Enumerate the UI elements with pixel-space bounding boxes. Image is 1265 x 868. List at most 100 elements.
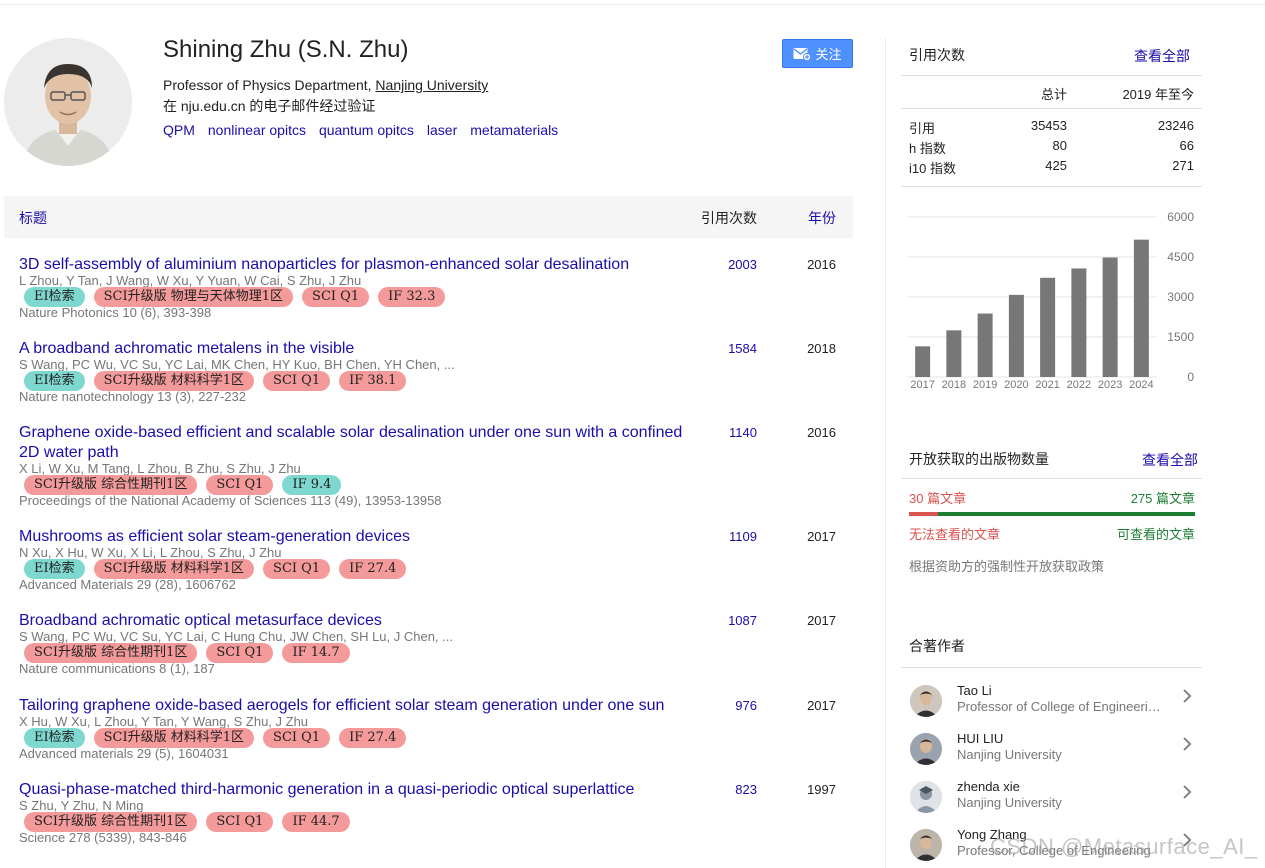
citation-stats-table: 引用 35453 23246 h 指数 80 66 i10 指数 425 271 — [901, 116, 1202, 176]
publication-row: Graphene oxide-based efficient and scala… — [0, 423, 860, 508]
sort-by-year[interactable]: 年份 — [808, 208, 836, 228]
chart-y-tick: 6000 — [1167, 210, 1194, 224]
publication-tags: EI检索 SCI升级版 物理与天体物理1区 SCI Q1 IF 32.3 — [24, 287, 446, 307]
interest-link[interactable]: QPM — [163, 122, 195, 138]
cited-by-count-link[interactable]: 2003 — [700, 257, 757, 272]
coauthor-name[interactable]: Tao Li — [957, 683, 992, 698]
chart-bar[interactable] — [1102, 257, 1118, 377]
stats-all: 425 — [1045, 158, 1067, 173]
journal-tag: SCI升级版 综合性期刊1区 — [24, 643, 198, 663]
coauthor-avatar — [910, 781, 942, 813]
publication-row: Quasi-phase-matched third-harmonic gener… — [0, 780, 860, 846]
chart-y-tick: 0 — [1187, 370, 1194, 384]
divider — [901, 478, 1202, 479]
publication-title-link[interactable]: Quasi-phase-matched third-harmonic gener… — [19, 780, 689, 800]
coauthor-item[interactable]: HUI LIU Nanjing University — [901, 731, 1202, 777]
publication-authors: L Zhou, Y Tan, J Wang, W Xu, Y Yuan, W C… — [19, 273, 362, 288]
publication-year: 2017 — [807, 698, 836, 713]
cited-by-count-link[interactable]: 1087 — [700, 613, 757, 628]
cited-by-count-link[interactable]: 976 — [700, 698, 757, 713]
publication-venue: Science 278 (5339), 843-846 — [19, 830, 187, 845]
journal-tag: SCI升级版 材料科学1区 — [93, 559, 255, 579]
chart-bar[interactable] — [1071, 268, 1087, 377]
follow-button[interactable]: 关注 — [782, 39, 853, 68]
interest-link[interactable]: quantum opitcs — [319, 122, 414, 138]
oa-not-available-label: 无法查看的文章 — [909, 527, 1001, 542]
profile-name: Shining Zhu (S.N. Zhu) — [163, 36, 409, 63]
journal-tag: SCI升级版 综合性期刊1区 — [24, 475, 198, 495]
stats-col-since: 2019 年至今 — [1122, 87, 1194, 102]
journal-tag: IF 27.4 — [339, 728, 407, 748]
chart-x-tick: 2023 — [1098, 379, 1122, 391]
sidebar-divider — [885, 38, 886, 868]
journal-tag: IF 9.4 — [282, 475, 342, 495]
chart-bar[interactable] — [1008, 294, 1024, 377]
publication-authors: N Xu, X Hu, W Xu, X Li, L Zhou, S Zhu, J… — [19, 545, 282, 560]
open-access-title: 开放获取的出版物数量 — [909, 451, 1049, 467]
publication-title-link[interactable]: Graphene oxide-based efficient and scala… — [19, 423, 689, 463]
citation-stats-header: 总计 2019 年至今 — [901, 82, 1202, 102]
chevron-right-icon[interactable] — [1180, 785, 1194, 799]
interest-link[interactable]: laser — [427, 122, 457, 138]
chart-bar[interactable] — [946, 330, 962, 377]
coauthor-item[interactable]: Tao Li Professor of College of Engineerin… — [901, 683, 1202, 729]
chart-x-tick: 2021 — [1035, 379, 1059, 391]
chevron-right-icon[interactable] — [1180, 689, 1194, 703]
cited-by-count-link[interactable]: 823 — [700, 782, 757, 797]
chart-y-tick: 3000 — [1167, 290, 1194, 304]
chart-x-tick: 2019 — [973, 379, 997, 391]
journal-tag: IF 14.7 — [282, 643, 350, 663]
cited-by-count-link[interactable]: 1109 — [700, 529, 757, 544]
chart-bar[interactable] — [1040, 277, 1056, 377]
coauthor-item[interactable]: zhenda xie Nanjing University — [901, 779, 1202, 825]
publication-year: 2016 — [807, 257, 836, 272]
publication-tags: SCI升级版 综合性期刊1区 SCI Q1 IF 14.7 — [24, 643, 350, 663]
publication-title-link[interactable]: Broadband achromatic optical metasurface… — [19, 611, 689, 631]
cited-by-title: 引用次数 — [909, 47, 965, 63]
open-access-view-all[interactable]: 查看全部 — [1142, 450, 1198, 470]
publication-tags: EI检索 SCI升级版 材料科学1区 SCI Q1 IF 38.1 — [24, 371, 407, 391]
sort-by-title[interactable]: 标题 — [19, 208, 47, 228]
chart-bar[interactable] — [915, 346, 931, 377]
journal-tag: SCI升级版 物理与天体物理1区 — [93, 287, 294, 307]
publication-title-link[interactable]: Tailoring graphene oxide-based aerogels … — [19, 696, 689, 716]
coauthor-name[interactable]: zhenda xie — [957, 779, 1020, 794]
cited-by-count-link[interactable]: 1584 — [700, 341, 757, 356]
oa-not-available-count[interactable]: 30 篇文章 — [909, 488, 966, 507]
profile-avatar — [4, 38, 132, 166]
stats-label[interactable]: h 指数 — [909, 138, 946, 157]
stats-label[interactable]: i10 指数 — [909, 158, 956, 177]
publication-tags: EI检索 SCI升级版 材料科学1区 SCI Q1 IF 27.4 — [24, 559, 407, 579]
chart-bar[interactable] — [1133, 239, 1149, 377]
chevron-right-icon[interactable] — [1180, 737, 1194, 751]
oa-available-count[interactable]: 275 篇文章 — [1131, 488, 1195, 507]
divider — [901, 108, 1202, 109]
publications-table-header: 标题 引用次数 年份 — [4, 196, 853, 238]
publication-row: Tailoring graphene oxide-based aerogels … — [0, 696, 860, 762]
coauthor-affiliation: Professor of College of Engineering and … — [957, 699, 1165, 714]
follow-label: 关注 — [815, 47, 842, 62]
publication-authors: S Zhu, Y Zhu, N Ming — [19, 798, 144, 813]
chart-x-tick: 2020 — [1004, 379, 1028, 391]
publication-title-link[interactable]: A broadband achromatic metalens in the v… — [19, 339, 689, 359]
publication-title-link[interactable]: 3D self-assembly of aluminium nanopartic… — [19, 255, 689, 275]
affiliation-org-link[interactable]: Nanjing University — [375, 77, 488, 93]
publication-title-link[interactable]: Mushrooms as efficient solar steam-gener… — [19, 527, 689, 547]
profile-affiliation: Professor of Physics Department, Nanjing… — [163, 77, 488, 93]
publication-venue: Nature nanotechnology 13 (3), 227-232 — [19, 389, 246, 404]
coauthor-name[interactable]: HUI LIU — [957, 731, 1003, 746]
coauthor-photo-icon — [910, 829, 942, 861]
chart-x-tick: 2022 — [1067, 379, 1091, 391]
column-cited-by[interactable]: 引用次数 — [701, 208, 757, 228]
cited-by-view-all[interactable]: 查看全部 — [1134, 46, 1190, 66]
chart-bar[interactable] — [977, 313, 993, 377]
top-bar — [0, 0, 1265, 5]
interest-link[interactable]: metamaterials — [470, 122, 558, 138]
interest-link[interactable]: nonlinear opitcs — [208, 122, 306, 138]
journal-tag: EI检索 — [24, 371, 85, 391]
stats-label[interactable]: 引用 — [909, 118, 935, 137]
coauthor-avatar — [910, 829, 942, 861]
cited-by-count-link[interactable]: 1140 — [700, 425, 757, 440]
journal-tag: SCI升级版 综合性期刊1区 — [24, 812, 198, 832]
publication-year: 2017 — [807, 613, 836, 628]
